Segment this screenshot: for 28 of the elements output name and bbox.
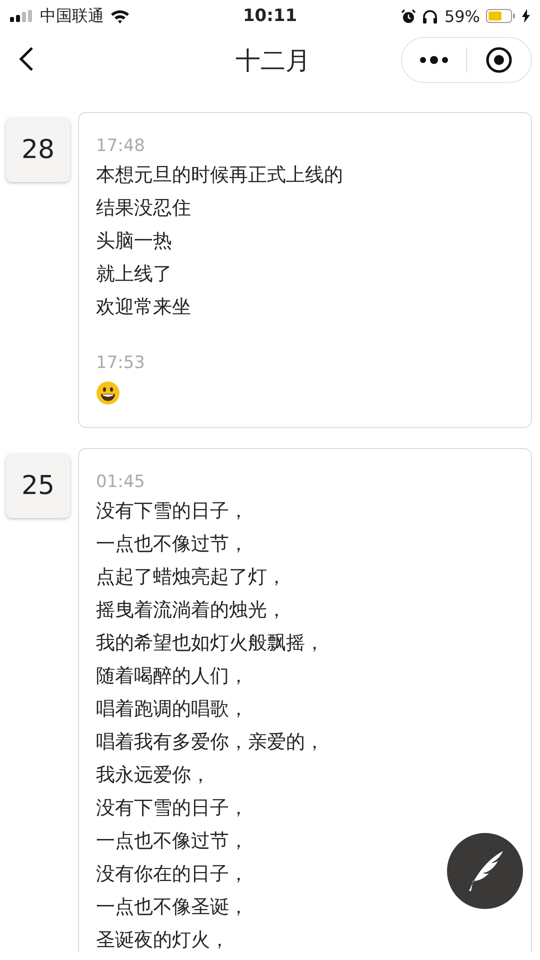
post-text: 点起了蜡烛亮起了灯，: [96, 565, 286, 590]
post-text: 结果没忍住: [96, 196, 191, 221]
post-text: 我永远爱你，: [96, 763, 210, 788]
post-text: 没有你在的日子，: [96, 862, 248, 887]
day-badge: 25: [6, 454, 70, 518]
page-title: 十二月: [236, 44, 310, 76]
day-badge: 28: [6, 118, 70, 182]
post-time: 17:48: [96, 135, 145, 158]
post-text: 没有下雪的日子，: [96, 499, 248, 524]
post-time: 17:53: [96, 352, 145, 375]
post-text: 本想元旦的时候再正式上线的: [96, 163, 343, 188]
post-text: 一点也不像过节，: [96, 829, 248, 854]
post-text: 我的希望也如灯火般飘摇，: [96, 631, 324, 656]
battery-percent: 59%: [444, 6, 480, 26]
post-time: 01:45: [96, 471, 145, 494]
post-text: 唱着跑调的唱歌，: [96, 697, 248, 722]
clock-time: 10:11: [242, 6, 298, 26]
post-text: 圣诞夜的灯火，: [96, 928, 229, 952]
post-text: 一点也不像过节，: [96, 532, 248, 557]
carrier-name: 中国联通: [40, 6, 104, 26]
post-text: 欢迎常来坐: [96, 295, 191, 320]
post-text: 唱着我有多爱你，亲爱的，: [96, 730, 324, 755]
post-text: 头脑一热: [96, 229, 172, 254]
post-text: 没有下雪的日子，: [96, 796, 248, 821]
post-text: 就上线了: [96, 262, 172, 287]
post-text: 一点也不像圣诞，: [96, 895, 248, 920]
post-text: 随着喝醉的人们，: [96, 664, 248, 689]
post-text: 摇曳着流淌着的烛光，: [96, 598, 286, 623]
